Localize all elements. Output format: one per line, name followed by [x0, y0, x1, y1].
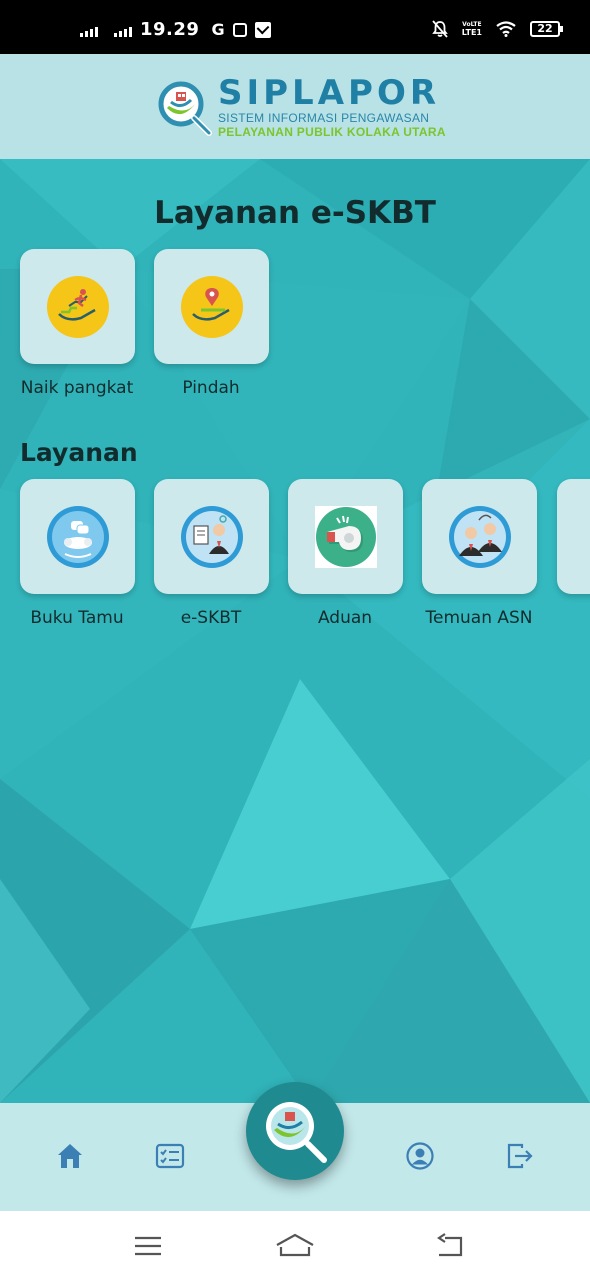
layanan-section-title: Layanan [20, 438, 138, 467]
system-navigation-bar [0, 1211, 590, 1280]
temuan-asn-button[interactable] [422, 479, 537, 594]
app-header: SIPLAPOR SISTEM INFORMASI PENGAWASAN PEL… [0, 54, 590, 159]
eskbt-icon [180, 505, 243, 568]
buku-tamu-label: Buku Tamu [30, 608, 124, 628]
lte-label: LTE1 [461, 28, 482, 37]
guestbook-icon [46, 505, 109, 568]
clock: 19.29 [140, 19, 200, 40]
mute-bell-icon [431, 20, 448, 38]
logout-icon[interactable] [505, 1141, 535, 1171]
promotion-icon [46, 275, 109, 338]
whistle-icon [314, 505, 377, 568]
notification-app-icon [232, 22, 247, 37]
asn-findings-icon [448, 505, 511, 568]
temuan-asn-label: Temuan ASN [425, 608, 533, 628]
brand: SIPLAPOR SISTEM INFORMASI PENGAWASAN PEL… [218, 74, 446, 139]
main-content: Layanan e-SKBT Naik pangkat Pindah Layan… [0, 159, 590, 1103]
list-icon[interactable] [155, 1141, 185, 1171]
app-subtitle-2: PELAYANAN PUBLIK KOLAKA UTARA [218, 125, 446, 139]
pindah-button[interactable] [154, 249, 269, 364]
profile-icon[interactable] [405, 1141, 435, 1171]
battery-icon: 22 [530, 21, 563, 37]
mail-icon [254, 21, 271, 38]
buku-tamu-button[interactable] [20, 479, 135, 594]
naik-pangkat-label: Naik pangkat [20, 378, 134, 398]
home-system-icon[interactable] [275, 1233, 315, 1259]
status-bar: 19.29 G VoLTE LTE1 22 [0, 0, 590, 54]
next-service-tile[interactable] [557, 479, 590, 594]
aduan-button[interactable] [288, 479, 403, 594]
volte-icon: VoLTE LTE1 [462, 21, 482, 37]
signal-2-icon [114, 23, 132, 37]
wifi-icon [496, 21, 516, 37]
pindah-label: Pindah [182, 378, 240, 398]
home-icon[interactable] [55, 1141, 85, 1171]
search-fab-button[interactable] [246, 1082, 344, 1180]
menu-icon[interactable] [133, 1233, 163, 1259]
eskbt-button[interactable] [154, 479, 269, 594]
aduan-label: Aduan [317, 608, 373, 628]
naik-pangkat-button[interactable] [20, 249, 135, 364]
app-name: SIPLAPOR [218, 73, 441, 113]
back-icon[interactable] [435, 1233, 465, 1259]
siplapor-logo-icon [158, 81, 212, 136]
signal-1-icon [80, 23, 98, 37]
siplapor-search-icon [266, 1102, 327, 1163]
eskbt-section-title: Layanan e-SKBT [154, 195, 436, 231]
g-icon: G [211, 20, 225, 39]
relocation-icon [180, 275, 243, 338]
eskbt-label: e-SKBT [180, 608, 242, 628]
app-subtitle-1: SISTEM INFORMASI PENGAWASAN [218, 111, 430, 125]
